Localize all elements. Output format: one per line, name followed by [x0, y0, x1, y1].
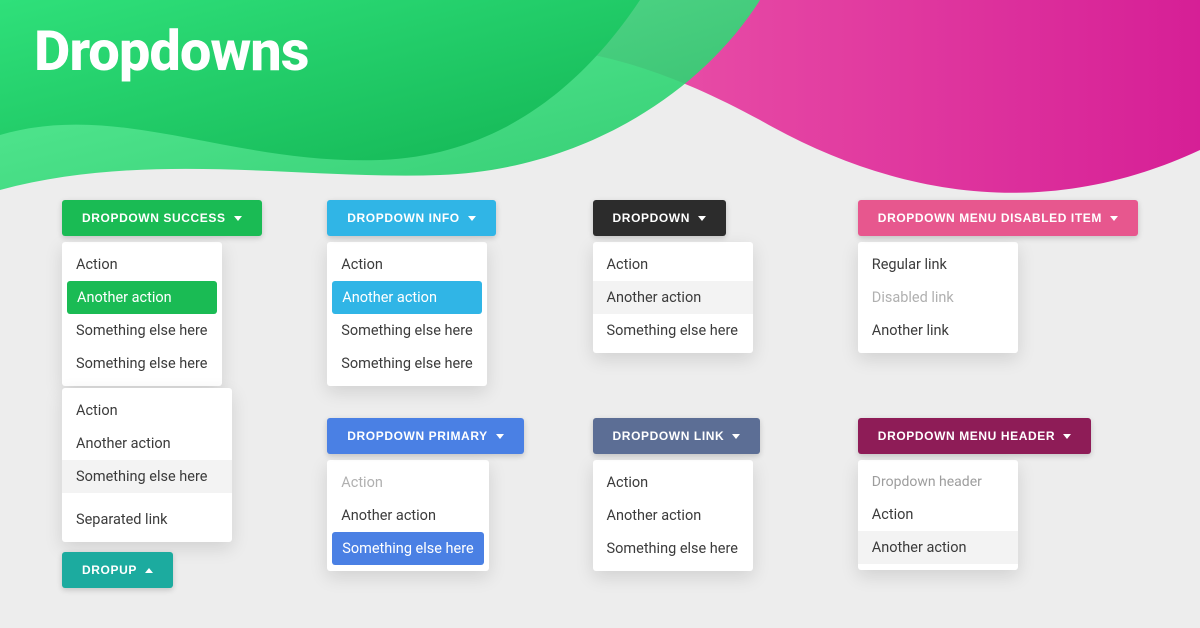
menu-item[interactable]: Action [593, 248, 753, 281]
dropdown-info-button[interactable]: DROPDOWN INFO [327, 200, 495, 236]
menu-item-active[interactable]: Something else here [332, 532, 483, 565]
dropdown-dark-button[interactable]: DROPDOWN [593, 200, 726, 236]
dropdown-success-menu: Action Another action Something else her… [62, 242, 222, 386]
dropup-menu: Action Another action Something else her… [62, 388, 232, 542]
menu-item-disabled: Action [327, 466, 488, 499]
menu-item[interactable]: Action [593, 466, 753, 499]
menu-item[interactable]: Something else here [327, 314, 487, 347]
menu-item-hover[interactable]: Something else here [62, 460, 232, 493]
dropdown-header-button[interactable]: DROPDOWN MENU HEADER [858, 418, 1091, 454]
dropdown-link-menu: Action Another action Something else her… [593, 460, 753, 571]
dropdown-primary-button[interactable]: DROPDOWN PRIMARY [327, 418, 524, 454]
dropdown-disabled-label: DROPDOWN MENU DISABLED ITEM [878, 211, 1102, 225]
menu-item[interactable]: Something else here [62, 314, 222, 347]
caret-down-icon [496, 434, 504, 439]
menu-item-hover[interactable]: Another action [593, 281, 753, 314]
menu-item[interactable]: Action [327, 248, 487, 281]
menu-item[interactable]: Something else here [593, 532, 753, 565]
dropdown-dark-label: DROPDOWN [613, 211, 690, 225]
caret-down-icon [468, 216, 476, 221]
dropdown-disabled-menu: Regular link Disabled link Another link [858, 242, 1018, 353]
caret-down-icon [1110, 216, 1118, 221]
menu-item-active[interactable]: Another action [67, 281, 217, 314]
menu-item[interactable]: Another action [593, 499, 753, 532]
menu-item[interactable]: Action [62, 248, 222, 281]
dropdown-disabled-button[interactable]: DROPDOWN MENU DISABLED ITEM [858, 200, 1138, 236]
dropup-button[interactable]: DROPUP [62, 552, 173, 588]
menu-item[interactable]: Something else here [327, 347, 487, 380]
dropdown-primary-menu: Action Another action Something else her… [327, 460, 488, 571]
menu-item-disabled: Disabled link [858, 281, 1018, 314]
dropdown-info-label: DROPDOWN INFO [347, 211, 459, 225]
menu-item[interactable]: Another action [327, 499, 488, 532]
menu-item[interactable]: Action [858, 498, 1018, 531]
menu-header: Dropdown header [858, 466, 1018, 498]
menu-item[interactable]: Another link [858, 314, 1018, 347]
menu-item[interactable]: Another action [62, 427, 232, 460]
menu-item[interactable]: Separated link [62, 503, 232, 536]
caret-up-icon [145, 568, 153, 573]
dropdown-success-label: DROPDOWN SUCCESS [82, 211, 226, 225]
page-title: Dropdowns [34, 18, 309, 84]
dropdown-primary-label: DROPDOWN PRIMARY [347, 429, 488, 443]
menu-item[interactable]: Action [62, 394, 232, 427]
menu-item[interactable]: Something else here [593, 314, 753, 347]
menu-item-hover[interactable]: Another action [858, 531, 1018, 564]
menu-item[interactable]: Something else here [62, 347, 222, 380]
caret-down-icon [698, 216, 706, 221]
caret-down-icon [1063, 434, 1071, 439]
dropdown-header-menu: Dropdown header Action Another action [858, 460, 1018, 570]
dropup-label: DROPUP [82, 563, 137, 577]
menu-item-active[interactable]: Another action [332, 281, 482, 314]
dropdown-info-menu: Action Another action Something else her… [327, 242, 487, 386]
dropdown-link-label: DROPDOWN LINK [613, 429, 725, 443]
dropdown-success-button[interactable]: DROPDOWN SUCCESS [62, 200, 262, 236]
dropdown-header-label: DROPDOWN MENU HEADER [878, 429, 1055, 443]
menu-item[interactable]: Regular link [858, 248, 1018, 281]
caret-down-icon [234, 216, 242, 221]
dropdown-link-button[interactable]: DROPDOWN LINK [593, 418, 761, 454]
caret-down-icon [732, 434, 740, 439]
dropdown-dark-menu: Action Another action Something else her… [593, 242, 753, 353]
